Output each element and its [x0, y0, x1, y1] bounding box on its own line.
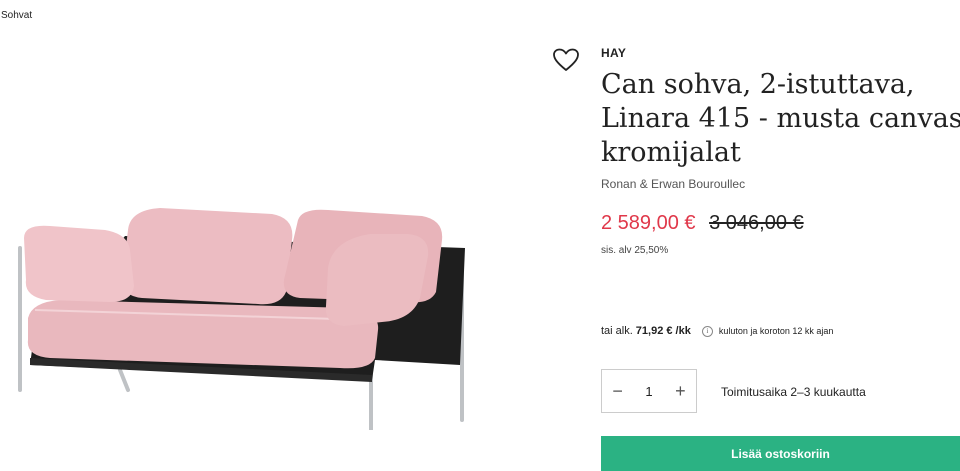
- quantity-stepper: − 1 +: [601, 369, 697, 413]
- sofa-back-left: [122, 208, 293, 305]
- financing-info: tai alk. 71,92 € /kk i kuluton ja koroto…: [601, 325, 833, 337]
- product-brand[interactable]: HAY: [601, 46, 626, 60]
- financing-note: kuluton ja koroton 12 kk ajan: [718, 326, 834, 336]
- product-title: Can sohva, 2-istuttava, Linara 415 - mus…: [601, 68, 960, 170]
- current-price: 2 589,00 €: [601, 212, 696, 234]
- financing-amount: 71,92 € /kk: [635, 325, 691, 337]
- financing-prefix: tai alk.: [601, 325, 633, 337]
- product-title-line: kromijalat: [601, 137, 741, 168]
- price-row: 2 589,00 € 3 046,00 €: [601, 212, 804, 235]
- vat-note: sis. alv 25,50%: [601, 245, 669, 256]
- sofa-seat: [27, 300, 379, 369]
- delivery-time: Toimitusaika 2–3 kuukautta: [721, 385, 866, 399]
- quantity-value[interactable]: 1: [633, 384, 664, 399]
- sofa-pillow-left: [24, 225, 134, 302]
- favorite-heart-icon[interactable]: [552, 47, 580, 73]
- product-title-line: Linara 415 - musta canvas -: [601, 103, 960, 134]
- increment-button[interactable]: +: [665, 381, 696, 402]
- breadcrumb[interactable]: Sohvat: [1, 10, 32, 21]
- original-price: 3 046,00 €: [709, 212, 804, 234]
- product-image: [18, 208, 465, 430]
- product-designer: Ronan & Erwan Bouroullec: [601, 177, 746, 191]
- product-title-line: Can sohva, 2-istuttava,: [601, 69, 915, 100]
- add-to-cart-button[interactable]: Lisää ostoskoriin: [601, 436, 960, 471]
- info-icon[interactable]: i: [701, 325, 713, 337]
- decrement-button[interactable]: −: [602, 381, 633, 402]
